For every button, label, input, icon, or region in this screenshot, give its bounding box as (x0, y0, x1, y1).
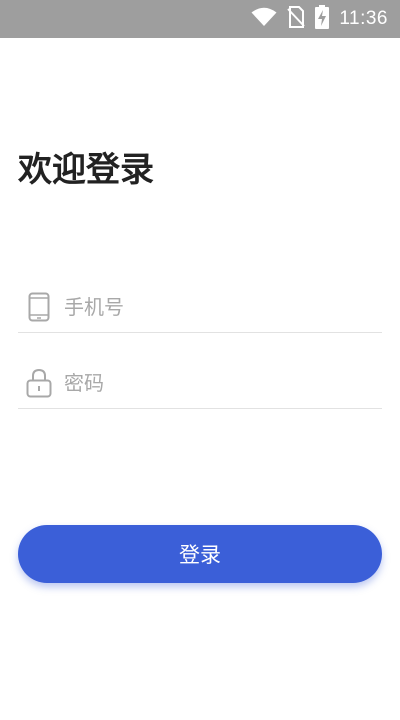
phone-input[interactable] (64, 288, 374, 326)
lock-icon (26, 366, 52, 400)
login-button[interactable]: 登录 (18, 525, 382, 583)
status-time: 11:36 (339, 8, 388, 29)
password-input[interactable] (64, 364, 374, 402)
status-icons: 11:36 (251, 0, 388, 38)
phone-icon (26, 290, 52, 324)
page-title: 欢迎登录 (18, 150, 154, 190)
wifi-icon (251, 7, 277, 31)
battery-charging-icon (315, 5, 330, 33)
no-sim-icon (287, 6, 306, 32)
password-field[interactable] (18, 358, 382, 409)
status-bar: 11:36 (0, 0, 400, 38)
phone-field[interactable] (18, 282, 382, 333)
